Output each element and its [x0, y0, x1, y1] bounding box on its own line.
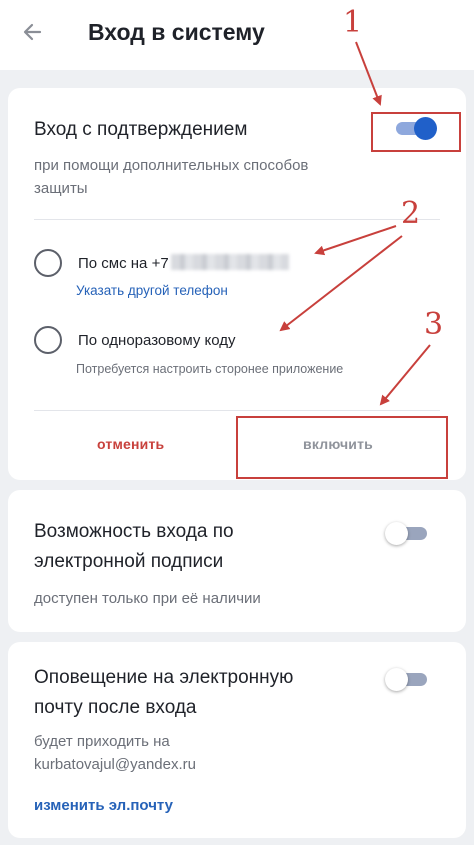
toggle-knob: [385, 522, 408, 545]
divider: [34, 219, 440, 220]
sms-option-label: По смс на +7: [78, 253, 289, 275]
page-title: Вход в систему: [88, 19, 265, 45]
confirm-login-toggle[interactable]: [392, 117, 438, 140]
email-notify-card: Оповещение на электронную почту после вх…: [8, 642, 466, 838]
email-title-2: почту после входа: [34, 697, 197, 718]
sms-option-text: По смс на +7: [78, 255, 169, 272]
app-header: Вход в систему: [0, 0, 474, 70]
annotation-number-1: 1: [343, 5, 363, 40]
email-title-1: Оповещение на электронную: [34, 667, 294, 688]
annotation-number-2: 2: [401, 196, 421, 231]
toggle-knob: [385, 668, 408, 691]
otp-option-hint: Потребуется настроить сторонее приложени…: [76, 362, 344, 376]
signature-toggle[interactable]: [385, 522, 431, 545]
back-button[interactable]: [18, 16, 50, 48]
cancel-button[interactable]: отменить: [97, 436, 247, 452]
signature-title-1: Возможность входа по: [34, 521, 234, 542]
confirm-login-card: Вход с подтверждением при помощи дополни…: [8, 88, 466, 480]
annotation-number-3: 3: [424, 307, 444, 342]
enable-button[interactable]: включить: [238, 436, 438, 452]
email-toggle[interactable]: [385, 668, 431, 691]
change-phone-link[interactable]: Указать другой телефон: [76, 283, 228, 298]
divider: [34, 410, 440, 411]
signature-title-2: электронной подписи: [34, 551, 224, 572]
toggle-knob: [414, 117, 437, 140]
sms-radio[interactable]: [34, 249, 62, 277]
confirm-login-subtitle-2: защиты: [34, 180, 88, 197]
email-address: kurbatovajul@yandex.ru: [34, 756, 196, 773]
email-subtitle-1: будет приходить на: [34, 733, 170, 750]
otp-option-label: По одноразовому коду: [78, 332, 236, 349]
change-email-link[interactable]: изменить эл.почту: [34, 797, 173, 814]
signature-subtitle: доступен только при её наличии: [34, 590, 261, 607]
confirm-login-subtitle-1: при помощи дополнительных способов: [34, 157, 309, 174]
otp-radio[interactable]: [34, 326, 62, 354]
arrow-left-icon: [23, 23, 42, 41]
confirm-login-title: Вход с подтверждением: [34, 119, 248, 140]
signature-card: Возможность входа по электронной подписи…: [8, 490, 466, 632]
hidden-phone-number: [170, 254, 289, 270]
